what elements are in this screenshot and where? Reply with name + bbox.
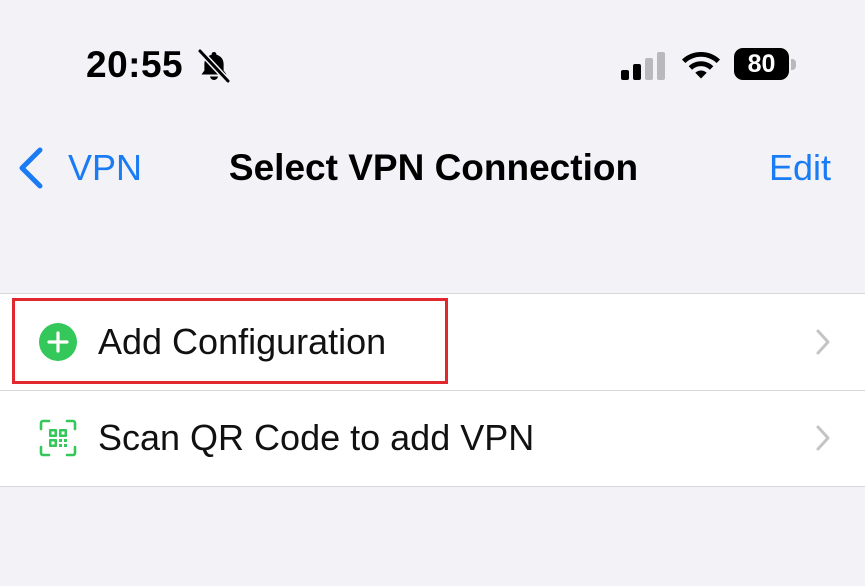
- battery-level: 80: [747, 50, 776, 78]
- status-time: 20:55: [86, 44, 184, 85]
- plus-circle-icon: [39, 323, 77, 361]
- wifi-icon: [682, 52, 720, 79]
- qr-code-scan-icon: [39, 419, 77, 457]
- cellular-signal-icon: [621, 52, 665, 80]
- edit-button[interactable]: Edit: [769, 146, 831, 190]
- battery-body: 80: [734, 48, 789, 80]
- status-bar: 20:55 80: [0, 0, 865, 120]
- page-title: Select VPN Connection: [228, 147, 639, 188]
- list-item-scan-qr-code[interactable]: Scan QR Code to add VPN: [0, 390, 865, 486]
- navigation-bar: VPN Select VPN Connection Edit: [0, 130, 865, 206]
- battery-icon: 80: [734, 48, 798, 80]
- chevron-right-icon: [816, 425, 830, 451]
- list-item-label: Add Configuration: [98, 321, 387, 362]
- chevron-right-icon: [816, 329, 830, 355]
- battery-tip: [791, 59, 796, 70]
- list-item-label: Scan QR Code to add VPN: [98, 417, 535, 458]
- vpn-options-list: Add Configuration Scan QR Code to add VP…: [0, 293, 865, 487]
- bell-slash-icon: [197, 49, 231, 83]
- list-item-add-configuration[interactable]: Add Configuration: [0, 294, 865, 390]
